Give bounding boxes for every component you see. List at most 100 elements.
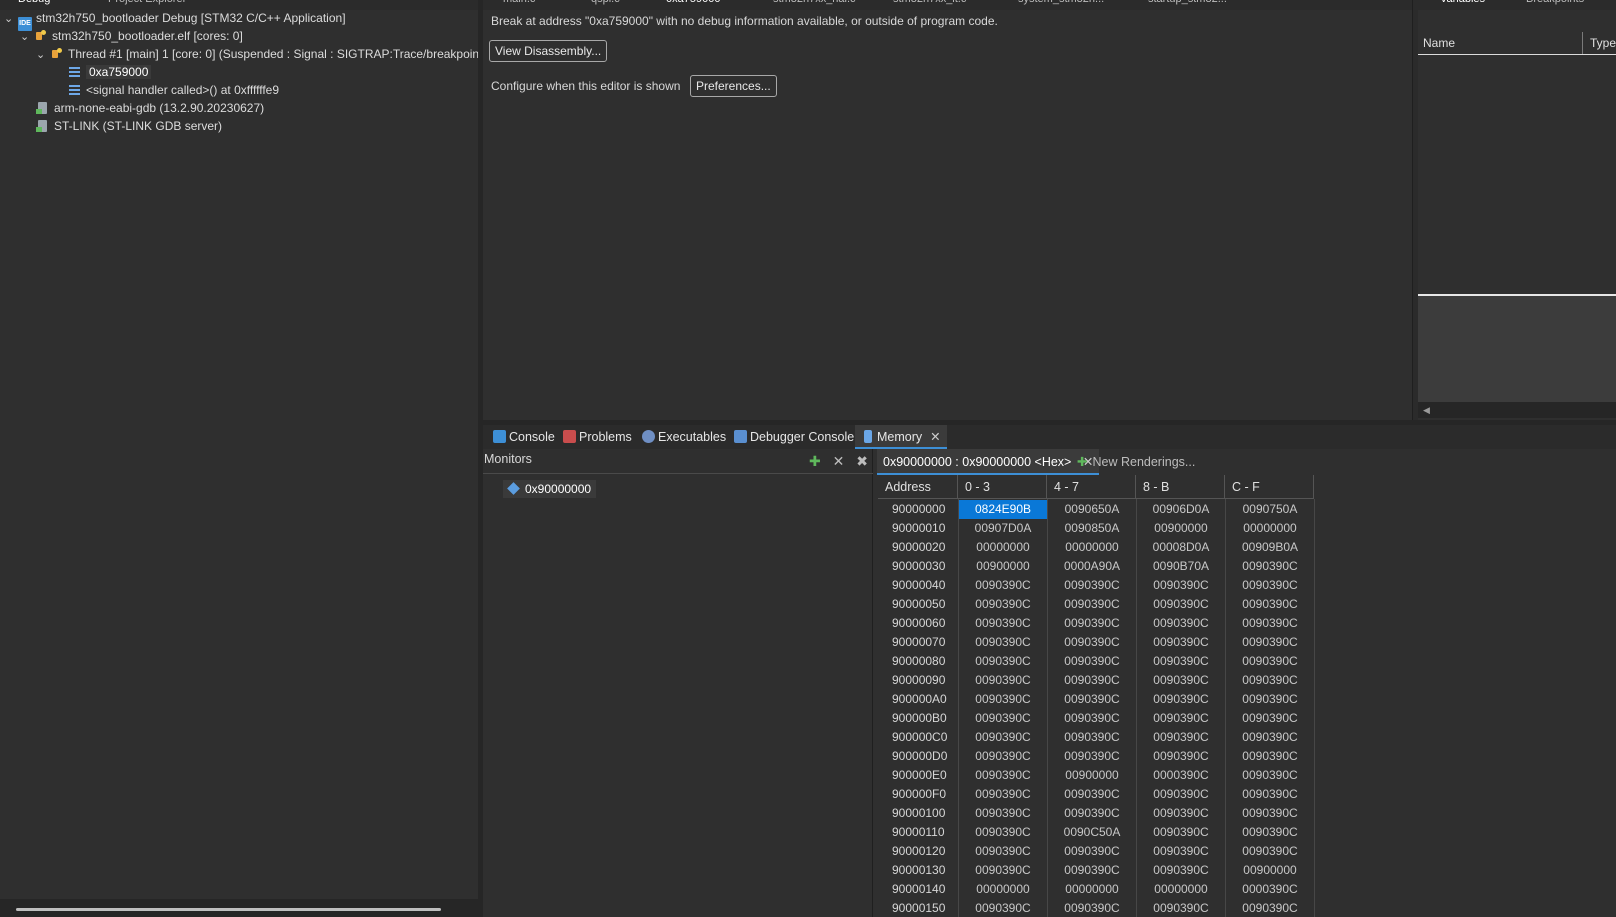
close-icon[interactable]: ✕ <box>930 430 940 444</box>
scroll-left-icon[interactable]: ◀ <box>1423 405 1430 416</box>
memory-cell[interactable]: 0090390C <box>1137 861 1225 880</box>
memory-cell[interactable]: 0090390C <box>1137 576 1225 595</box>
memory-cell[interactable]: 0090390C <box>1048 785 1136 804</box>
details-pane[interactable] <box>1418 296 1616 402</box>
chevron-down-icon[interactable]: ⌄ <box>36 46 50 64</box>
memory-cell[interactable]: 0090390C <box>1048 652 1136 671</box>
memory-cell[interactable]: 0090390C <box>1226 595 1314 614</box>
memory-cell[interactable]: 00000000 <box>1048 538 1136 557</box>
tree-item-server[interactable]: ST-LINK (ST-LINK GDB server) <box>36 117 222 135</box>
memory-cell[interactable]: 0090750A <box>1226 500 1314 519</box>
memory-cell[interactable]: 0090390C <box>959 747 1047 766</box>
memory-cell[interactable]: 0090390C <box>1048 709 1136 728</box>
memory-cell[interactable]: 0090390C <box>1226 747 1314 766</box>
tab-executables[interactable]: Executables <box>636 425 732 449</box>
memory-cell[interactable]: 0090390C <box>1226 785 1314 804</box>
memory-cell[interactable]: 0090390C <box>1048 804 1136 823</box>
memory-cell[interactable]: 0090390C <box>1137 804 1225 823</box>
monitor-item[interactable]: 0x90000000 <box>503 480 597 498</box>
memory-cell[interactable]: 0090390C <box>1137 747 1225 766</box>
memory-cell[interactable]: 0090390C <box>1226 709 1314 728</box>
memory-cell[interactable]: 0090390C <box>959 576 1047 595</box>
memory-cell[interactable]: 0090390C <box>959 861 1047 880</box>
column-divider[interactable] <box>1582 32 1583 54</box>
memory-cell[interactable]: 0090C50A <box>1048 823 1136 842</box>
horizontal-scrollbar[interactable] <box>16 908 441 911</box>
memory-cell[interactable]: 00000000 <box>959 880 1047 899</box>
tab-breakpoints[interactable]: Breakpoints <box>1526 0 1584 9</box>
memory-cell[interactable]: 0000390C <box>1226 880 1314 899</box>
memory-cell[interactable]: 0090390C <box>959 690 1047 709</box>
memory-cell[interactable]: 0090390C <box>1226 690 1314 709</box>
memory-cell[interactable]: 00000000 <box>1226 519 1314 538</box>
memory-cell[interactable]: 0090390C <box>1048 690 1136 709</box>
memory-cell[interactable]: 0090390C <box>1048 614 1136 633</box>
tab-it-c[interactable]: stm32h7xx_it.c <box>893 0 966 9</box>
tab-console[interactable]: Console <box>487 425 561 449</box>
memory-cell[interactable]: 0090390C <box>1048 728 1136 747</box>
memory-cell[interactable]: 0090390C <box>1226 614 1314 633</box>
tab-problems[interactable]: Problems <box>557 425 638 449</box>
memory-cell[interactable]: 0090390C <box>1137 633 1225 652</box>
memory-cell[interactable]: 00900000 <box>959 557 1047 576</box>
tab-memory[interactable]: Memory ✕ <box>855 425 947 449</box>
memory-cell[interactable]: 0090390C <box>1226 766 1314 785</box>
column-header-bytes[interactable]: 8 - B <box>1136 475 1225 499</box>
memory-cell[interactable]: 0090390C <box>1137 595 1225 614</box>
memory-cell[interactable]: 0090390C <box>1137 785 1225 804</box>
memory-cell[interactable]: 0090390C <box>959 595 1047 614</box>
tab-startup[interactable]: startup_stm32... <box>1148 0 1227 9</box>
memory-cell[interactable]: 0090390C <box>1226 652 1314 671</box>
memory-cell[interactable]: 00900000 <box>1048 766 1136 785</box>
memory-cell[interactable]: 00906D0A <box>1137 500 1225 519</box>
memory-cell[interactable]: 0090390C <box>1137 899 1225 917</box>
memory-cell[interactable]: 0090390C <box>959 842 1047 861</box>
remove-monitor-icon[interactable]: ✕ <box>833 453 845 469</box>
tree-item-frame-0[interactable]: 0xa759000 <box>68 63 152 81</box>
preferences-button[interactable]: Preferences... <box>690 75 777 97</box>
memory-cell[interactable]: 0090390C <box>1048 576 1136 595</box>
memory-cell[interactable]: 0090390C <box>1226 728 1314 747</box>
memory-cell[interactable]: 0090390C <box>959 709 1047 728</box>
memory-cell[interactable]: 0090390C <box>1048 595 1136 614</box>
memory-cell[interactable]: 00008D0A <box>1137 538 1225 557</box>
tree-item-frame-1[interactable]: <signal handler called>() at 0xffffffe9 <box>68 81 279 99</box>
memory-cell[interactable]: 0090390C <box>1226 633 1314 652</box>
memory-cell[interactable]: 0090390C <box>1048 899 1136 917</box>
memory-cell[interactable]: 0090390C <box>1226 671 1314 690</box>
memory-cell[interactable]: 00909B0A <box>1226 538 1314 557</box>
memory-cell[interactable]: 0090390C <box>1137 728 1225 747</box>
tab-hal-c[interactable]: stm32h7xx_hal.c <box>773 0 856 9</box>
memory-cell[interactable]: 0090390C <box>1048 842 1136 861</box>
column-header-bytes[interactable]: 0 - 3 <box>958 475 1047 499</box>
memory-cell[interactable]: 0090390C <box>1226 557 1314 576</box>
memory-cell[interactable]: 0824E90B <box>959 500 1047 519</box>
memory-cell[interactable]: 0090390C <box>1226 899 1314 917</box>
chevron-down-icon[interactable]: ⌄ <box>20 28 34 46</box>
memory-cell[interactable]: 0090390C <box>1137 652 1225 671</box>
memory-cell[interactable]: 0090390C <box>1048 861 1136 880</box>
memory-cell[interactable]: 0000390C <box>1137 766 1225 785</box>
memory-cell[interactable]: 0090390C <box>959 728 1047 747</box>
memory-cell[interactable]: 0090B70A <box>1137 557 1225 576</box>
tab-project-explorer[interactable]: Project Explorer <box>108 0 186 9</box>
memory-cell[interactable]: 0090390C <box>1137 671 1225 690</box>
memory-cell[interactable]: 0090390C <box>1137 842 1225 861</box>
tab-address[interactable]: 0xa759000 <box>666 0 720 9</box>
tree-item-gdb[interactable]: arm-none-eabi-gdb (13.2.90.20230627) <box>36 99 264 117</box>
memory-cell[interactable]: 0090390C <box>1137 709 1225 728</box>
memory-cell[interactable]: 0090390C <box>959 804 1047 823</box>
column-header-bytes[interactable]: 4 - 7 <box>1047 475 1136 499</box>
tree-item-launch[interactable]: ⌄ IDE stm32h750_bootloader Debug [STM32 C/… <box>4 9 346 31</box>
tab-variables[interactable]: Variables <box>1440 0 1485 9</box>
memory-cell[interactable]: 0090390C <box>1137 690 1225 709</box>
chevron-down-icon[interactable]: ⌄ <box>4 10 18 28</box>
memory-cell[interactable]: 0090390C <box>1226 804 1314 823</box>
memory-cell[interactable]: 0090650A <box>1048 500 1136 519</box>
horizontal-scrollbar[interactable]: ◀ <box>1418 402 1616 418</box>
memory-cell[interactable]: 0090850A <box>1048 519 1136 538</box>
memory-cell[interactable]: 00907D0A <box>959 519 1047 538</box>
tab-hex-rendering[interactable]: 0x90000000 : 0x90000000 <Hex> ✕ <box>877 449 1100 475</box>
column-type[interactable]: Type <box>1590 36 1616 50</box>
tab-system-c[interactable]: system_stm32h... <box>1018 0 1104 9</box>
